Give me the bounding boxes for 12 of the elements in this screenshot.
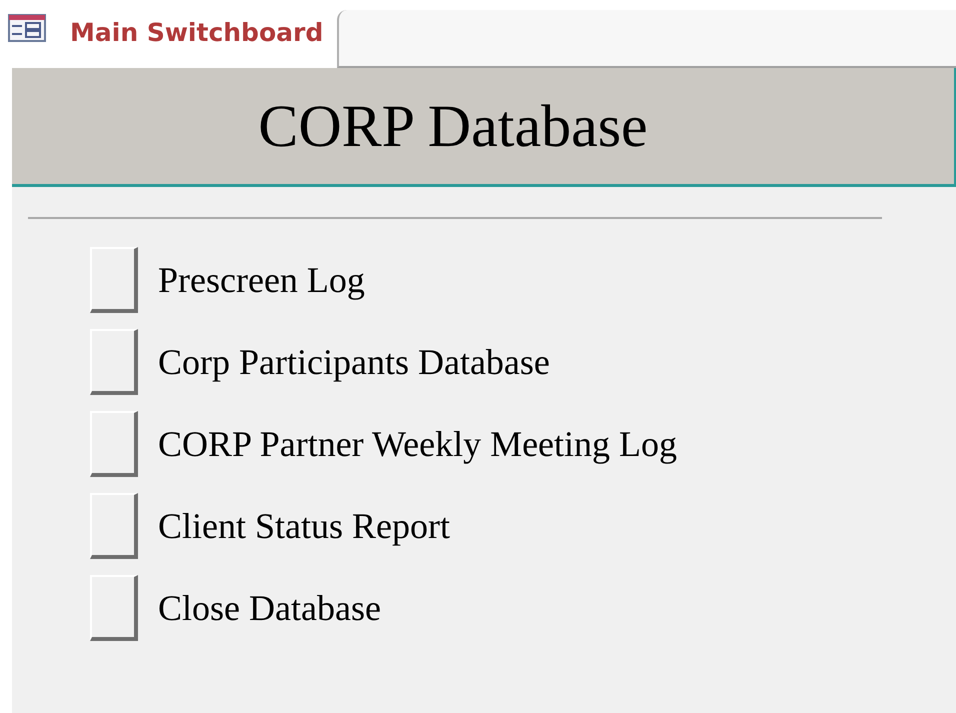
form-icon	[8, 14, 46, 42]
switchboard-button[interactable]	[90, 247, 138, 313]
form-title: CORP Database	[258, 92, 648, 160]
switchboard-button[interactable]	[90, 329, 138, 395]
switchboard-label: CORP Partner Weekly Meeting Log	[158, 423, 678, 465]
switchboard-button[interactable]	[90, 575, 138, 641]
switchboard-label: Close Database	[158, 587, 381, 629]
switchboard-button[interactable]	[90, 411, 138, 477]
switchboard-label: Prescreen Log	[158, 259, 365, 301]
switchboard-button[interactable]	[90, 493, 138, 559]
switchboard-label: Client Status Report	[158, 505, 450, 547]
switchboard-label: Corp Participants Database	[158, 341, 550, 383]
